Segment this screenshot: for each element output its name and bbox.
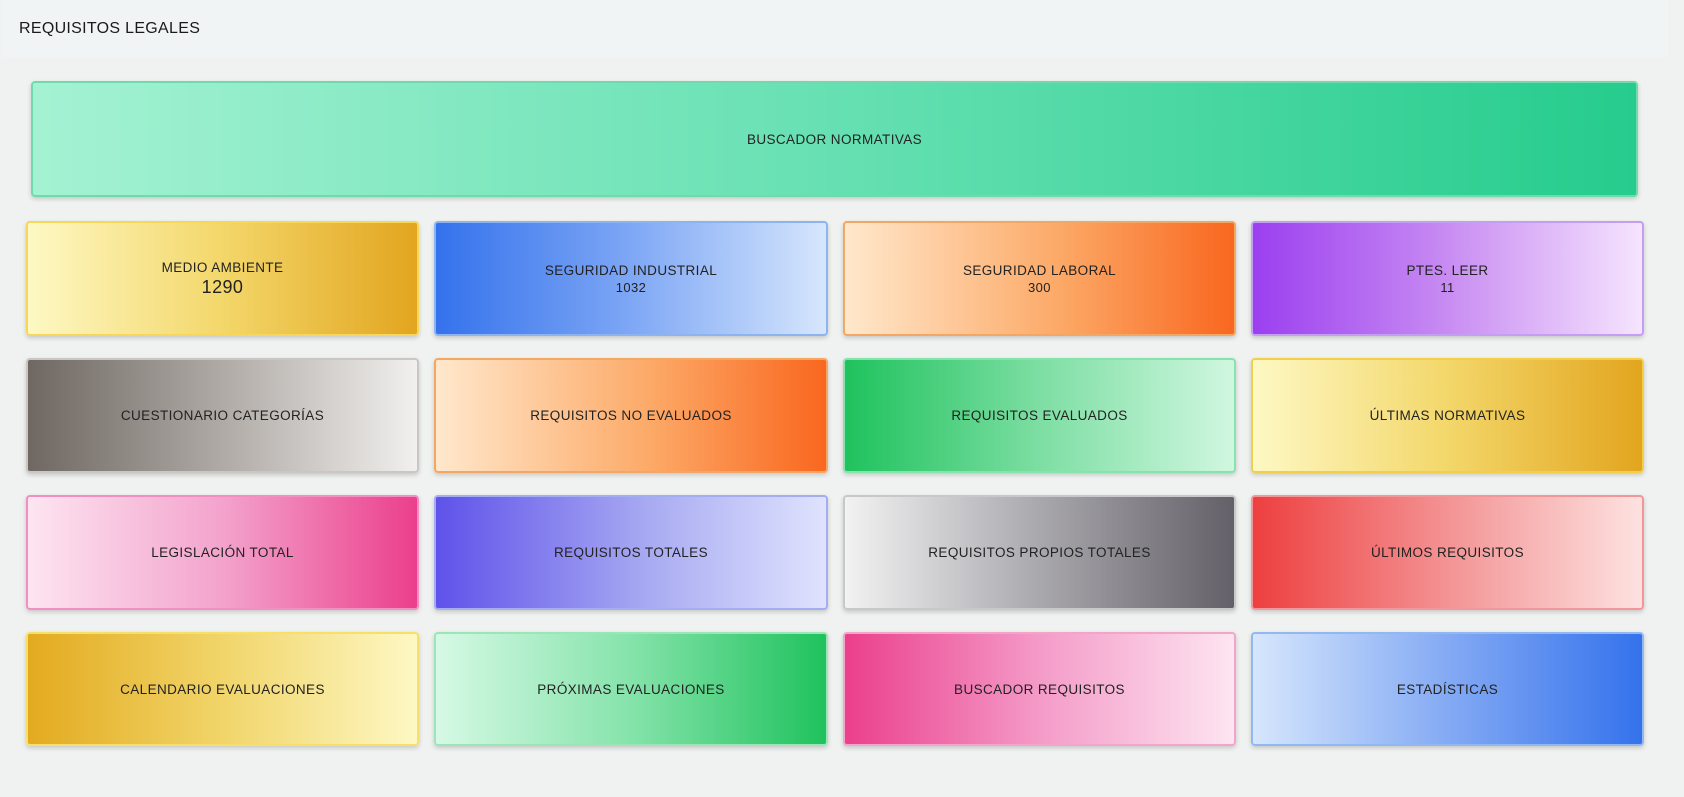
buscador-normativas-button[interactable]: BUSCADOR NORMATIVAS <box>31 81 1638 197</box>
cuestionario-categorias-tile[interactable]: CUESTIONARIO CATEGORÍAS <box>26 358 419 473</box>
medio-ambiente-count: 1290 <box>201 276 244 297</box>
ultimas-normativas-tile[interactable]: ÚLTIMAS NORMATIVAS <box>1251 358 1644 473</box>
requisitos-no-evaluados-tile[interactable]: REQUISITOS NO EVALUADOS <box>434 358 828 473</box>
requisitos-totales-label: REQUISITOS TOTALES <box>554 545 708 560</box>
requisitos-totales-tile[interactable]: REQUISITOS TOTALES <box>434 495 828 610</box>
page-title: REQUISITOS LEGALES <box>19 19 201 37</box>
seguridad-industrial-label: SEGURIDAD INDUSTRIAL <box>544 262 718 278</box>
ptes-leer-label: PTES. LEER <box>1406 262 1489 278</box>
proximas-evaluaciones-label: PRÓXIMAS EVALUACIONES <box>537 681 725 697</box>
proximas-evaluaciones-tile[interactable]: PRÓXIMAS EVALUACIONES <box>434 632 828 746</box>
requisitos-evaluados-label: REQUISITOS EVALUADOS <box>951 408 1128 423</box>
seguridad-laboral-count: 300 <box>1028 279 1051 295</box>
buscador-requisitos-label: BUSCADOR REQUISITOS <box>954 681 1125 697</box>
buscador-requisitos-tile[interactable]: BUSCADOR REQUISITOS <box>843 632 1236 746</box>
legislacion-total-tile[interactable]: LEGISLACIÓN TOTAL <box>26 495 419 610</box>
buscador-normativas-label: BUSCADOR NORMATIVAS <box>746 131 923 147</box>
page-header: REQUISITOS LEGALES <box>2 0 1668 57</box>
requisitos-no-evaluados-label: REQUISITOS NO EVALUADOS <box>530 408 732 423</box>
seguridad-industrial-tile[interactable]: SEGURIDAD INDUSTRIAL 1032 <box>434 221 828 336</box>
seguridad-laboral-label: SEGURIDAD LABORAL <box>962 262 1117 278</box>
estadisticas-tile[interactable]: ESTADÍSTICAS <box>1251 632 1644 746</box>
ultimos-requisitos-label: ÚLTIMOS REQUISITOS <box>1371 545 1524 560</box>
ultimas-normativas-label: ÚLTIMAS NORMATIVAS <box>1369 408 1526 423</box>
estadisticas-label: ESTADÍSTICAS <box>1396 681 1499 697</box>
seguridad-industrial-count: 1032 <box>615 279 647 295</box>
ptes-leer-count: 11 <box>1440 279 1455 295</box>
calendario-evaluaciones-tile[interactable]: CALENDARIO EVALUACIONES <box>26 632 419 746</box>
legislacion-total-label: LEGISLACIÓN TOTAL <box>151 545 294 560</box>
medio-ambiente-label: MEDIO AMBIENTE <box>161 259 284 275</box>
requisitos-propios-totales-label: REQUISITOS PROPIOS TOTALES <box>928 545 1151 560</box>
cuestionario-categorias-label: CUESTIONARIO CATEGORÍAS <box>120 408 325 423</box>
ptes-leer-tile[interactable]: PTES. LEER 11 <box>1251 221 1644 336</box>
calendario-evaluaciones-label: CALENDARIO EVALUACIONES <box>120 681 325 697</box>
requisitos-propios-totales-tile[interactable]: REQUISITOS PROPIOS TOTALES <box>843 495 1236 610</box>
requisitos-evaluados-tile[interactable]: REQUISITOS EVALUADOS <box>843 358 1236 473</box>
ultimos-requisitos-tile[interactable]: ÚLTIMOS REQUISITOS <box>1251 495 1644 610</box>
medio-ambiente-tile[interactable]: MEDIO AMBIENTE 1290 <box>26 221 419 336</box>
seguridad-laboral-tile[interactable]: SEGURIDAD LABORAL 300 <box>843 221 1236 336</box>
